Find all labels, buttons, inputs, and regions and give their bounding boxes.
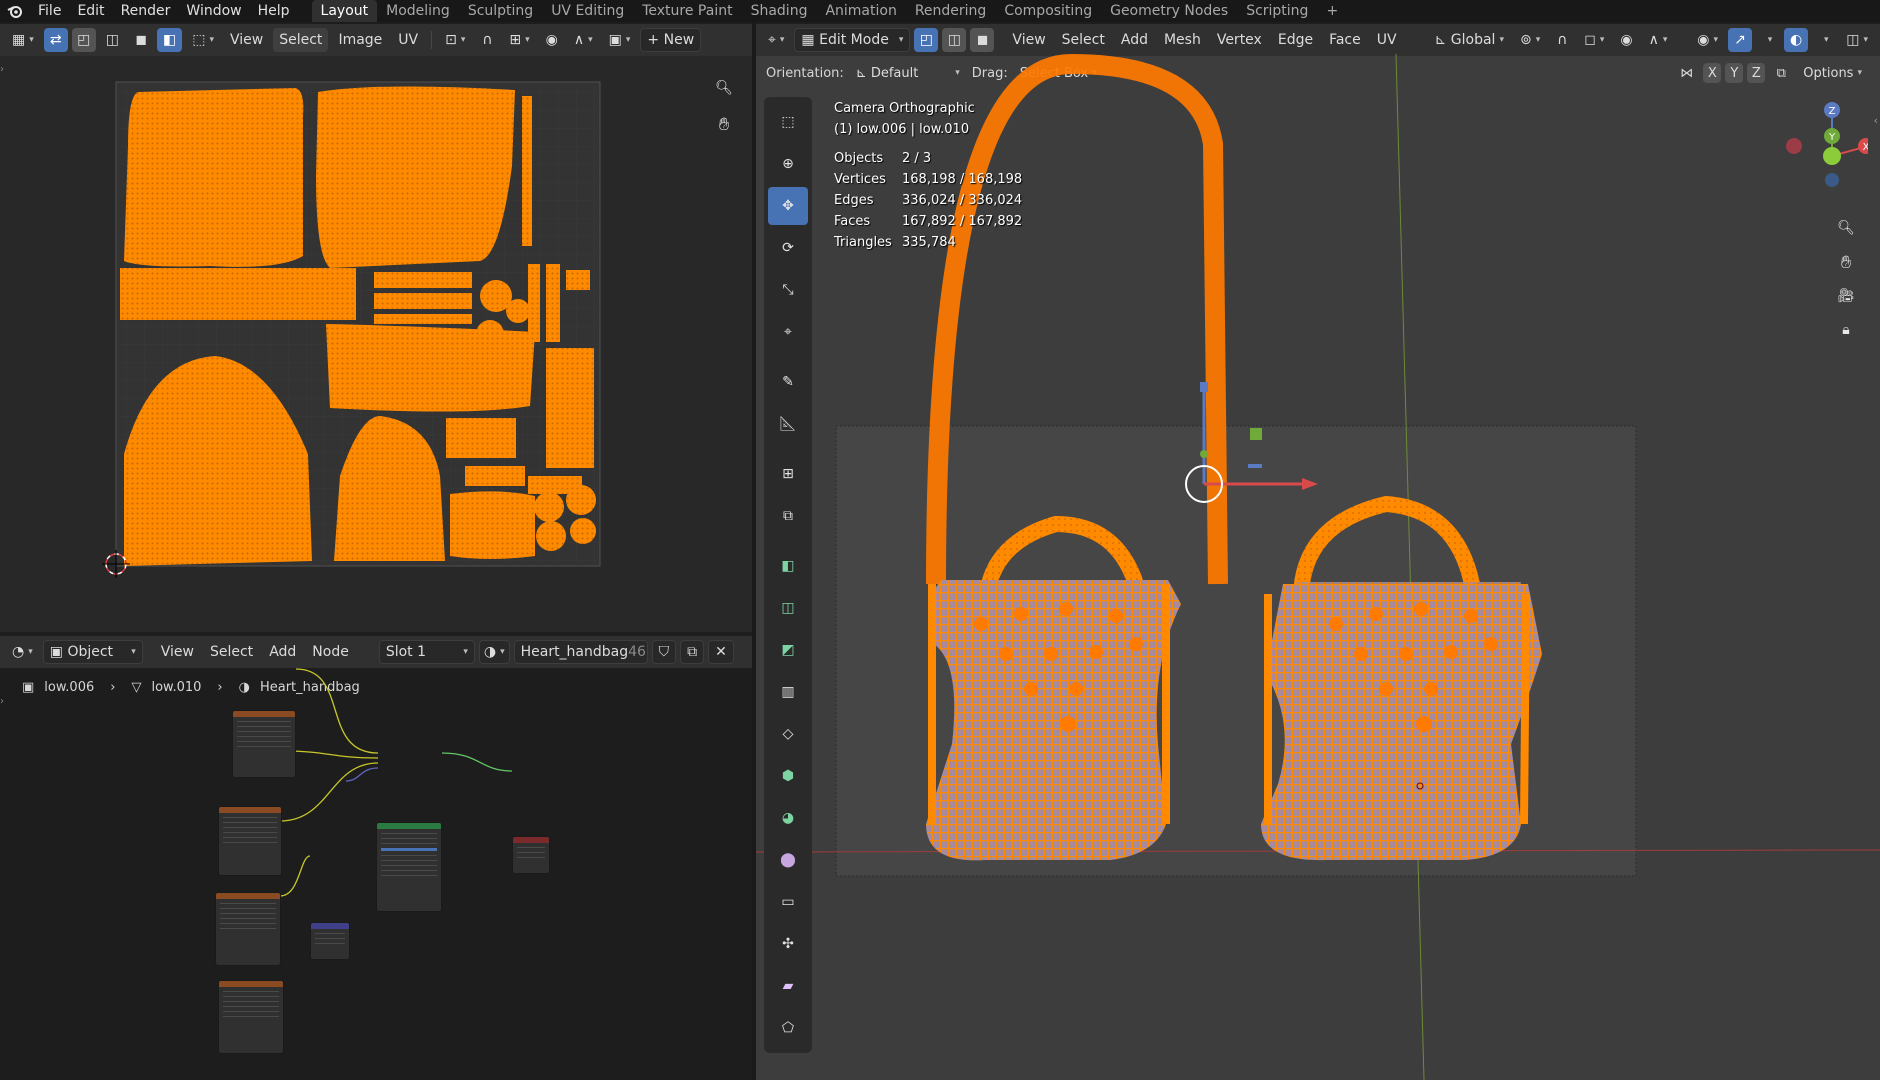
new-image-button[interactable]: + New <box>640 28 702 52</box>
navigation-gizmo[interactable]: Z Y X <box>1768 96 1868 206</box>
zoom-icon[interactable]: 🔍︎ <box>1830 212 1862 244</box>
stat-value: 168,198 / 168,198 <box>902 172 1023 187</box>
stat-value: 335,784 <box>902 235 956 250</box>
workspace-tab[interactable]: Layout <box>311 0 378 22</box>
scene-statistics: Objects 2 / 3 Vertices 168,198 / 168,198 E… <box>834 148 1022 253</box>
workspace-tab[interactable]: Modeling <box>377 0 459 22</box>
shrink-fatten-tool-icon[interactable]: ✣ <box>768 925 808 963</box>
extrude-tool-icon[interactable]: ◧ <box>768 547 808 585</box>
edge-select-icon[interactable]: ◫ <box>100 28 125 52</box>
image-texture-node[interactable] <box>215 892 281 966</box>
move-tool-icon[interactable]: ✥ <box>768 187 808 225</box>
image-texture-node[interactable] <box>232 710 296 778</box>
copy-tool-icon[interactable]: ⧉ <box>768 497 808 535</box>
gizmo-z-label: Z <box>1829 106 1836 117</box>
uv-menu-uv[interactable]: UV <box>392 28 424 52</box>
add-cube-tool-icon[interactable]: ⊞ <box>768 455 808 493</box>
camera-view-icon[interactable]: 🎥︎ <box>1830 280 1862 312</box>
rip-region-tool-icon[interactable]: ⬠ <box>768 1009 808 1047</box>
smooth-tool-icon[interactable]: ⬤ <box>768 841 808 879</box>
snap-icon[interactable]: ∩ <box>475 28 499 52</box>
image-browse-icon[interactable]: ▣ ▾ <box>603 28 637 52</box>
inset-tool-icon[interactable]: ◫ <box>768 589 808 627</box>
active-object-label: (1) low.006 | low.010 <box>834 122 970 137</box>
workspace-tab[interactable]: Compositing <box>995 0 1101 22</box>
loop-cut-tool-icon[interactable]: ▥ <box>768 673 808 711</box>
pan-hand-icon[interactable]: ✋︎ <box>1830 246 1862 278</box>
node-editor-area[interactable]: ◔ ▾ ▣ Object ▾ View Select Add Node Slot 1… <box>0 636 752 1080</box>
island-select-icon[interactable]: ◧ <box>157 28 183 52</box>
pivot-icon[interactable]: ⊡ ▾ <box>439 28 471 52</box>
workspace-tab[interactable]: Rendering <box>906 0 996 22</box>
shear-tool-icon[interactable]: ▰ <box>768 967 808 1005</box>
image-texture-node[interactable] <box>218 806 282 876</box>
workspace-tab[interactable]: Animation <box>816 0 905 22</box>
stat-label: Edges <box>834 193 874 208</box>
principled-bsdf-node[interactable] <box>376 822 442 912</box>
workspace-tabs: Layout Modeling Sculpting UV Editing Texture… <box>311 0 1348 22</box>
top-bar: File Edit Render Window Help Layout Modeling S… <box>0 0 1880 22</box>
face-select-icon[interactable]: ◼ <box>129 28 153 52</box>
knife-tool-icon[interactable]: ◇ <box>768 715 808 753</box>
uv-menu-image[interactable]: Image <box>332 28 388 52</box>
measure-tool-icon[interactable]: 📐︎ <box>768 405 808 443</box>
add-workspace-button[interactable]: + <box>1317 0 1347 22</box>
workspace-tab[interactable]: Scripting <box>1237 0 1317 22</box>
uv-menu-view[interactable]: View <box>224 28 269 52</box>
new-image-label: New <box>663 32 695 48</box>
rotate-tool-icon[interactable]: ⟳ <box>768 229 808 267</box>
select-box-tool-icon[interactable]: ⬚ <box>768 103 808 141</box>
proportional-edit-icon[interactable]: ◉ <box>540 28 564 52</box>
snap-target-icon[interactable]: ⊞ ▾ <box>503 28 535 52</box>
stat-label: Faces <box>834 214 871 229</box>
stat-label: Triangles <box>834 235 892 250</box>
stat-value: 2 / 3 <box>902 151 932 166</box>
image-texture-node[interactable] <box>218 980 284 1054</box>
menu-render[interactable]: Render <box>113 0 179 22</box>
falloff-icon[interactable]: ∧ ▾ <box>568 28 599 52</box>
3d-viewport-area[interactable]: ⌖ ▾ ▦ Edit Mode ▾ ◰ ◫ ◼ View Select Add Me… <box>756 24 1880 1080</box>
workspace-tab[interactable]: Geometry Nodes <box>1101 0 1237 22</box>
stat-label: Vertices <box>834 172 886 187</box>
menu-help[interactable]: Help <box>250 0 298 22</box>
menu-window[interactable]: Window <box>178 0 249 22</box>
bevel-tool-icon[interactable]: ◩ <box>768 631 808 669</box>
main-menu: File Edit Render Window Help <box>30 0 298 22</box>
scale-tool-icon[interactable]: ⤡ <box>768 271 808 309</box>
edge-slide-tool-icon[interactable]: ▭ <box>768 883 808 921</box>
stat-value: 167,892 / 167,892 <box>902 214 1023 229</box>
sticky-select-icon[interactable]: ⬚ ▾ <box>186 28 220 52</box>
viewport-info-overlay: Camera Orthographic (1) low.006 | low.01… <box>834 98 1022 253</box>
camera-label: Camera Orthographic <box>834 101 975 116</box>
annotate-tool-icon[interactable]: ✎ <box>768 363 808 401</box>
sidebar-toggle-icon[interactable]: ‹ <box>1874 114 1878 127</box>
uv-editor-header: ▦ ▾ ⇄ ◰ ◫ ◼ ◧ ⬚ ▾ View Select Image UV ⊡ ▾ … <box>0 24 752 56</box>
poly-build-tool-icon[interactable]: ⬢ <box>768 757 808 795</box>
material-output-node[interactable] <box>512 836 550 874</box>
editor-type-icon[interactable]: ▦ ▾ <box>6 28 40 52</box>
gizmo-x-label: X <box>1863 142 1868 153</box>
uv-sync-icon[interactable]: ⇄ <box>43 28 68 52</box>
menu-edit[interactable]: Edit <box>69 0 112 22</box>
cursor-tool-icon[interactable]: ⊕ <box>768 145 808 183</box>
tool-shelf: ⬚ ⊕ ✥ ⟳ ⤡ ⌖ ✎ 📐︎ ⊞ ⧉ ◧ ◫ ◩ ▥ ◇ ⬢ ◕ ⬤ ▭ ✣… <box>764 97 812 1053</box>
spin-tool-icon[interactable]: ◕ <box>768 799 808 837</box>
transform-tool-icon[interactable]: ⌖ <box>768 313 808 351</box>
vertex-select-icon[interactable]: ◰ <box>71 28 96 52</box>
workspace-tab[interactable]: UV Editing <box>542 0 633 22</box>
separator <box>431 31 433 49</box>
uv-layout-canvas[interactable] <box>0 56 752 632</box>
stat-label: Objects <box>834 151 884 166</box>
blender-logo-icon[interactable] <box>0 0 30 22</box>
gizmo-y-label: Y <box>1828 132 1836 143</box>
menu-file[interactable]: File <box>30 0 69 22</box>
uv-menu-select[interactable]: Select <box>273 28 329 52</box>
normal-map-node[interactable] <box>310 922 350 960</box>
lock-icon[interactable]: 🔒︎ <box>1830 314 1862 346</box>
workspace-tab[interactable]: Shading <box>742 0 817 22</box>
workspace-tab[interactable]: Sculpting <box>459 0 542 22</box>
workspace-tab[interactable]: Texture Paint <box>633 0 741 22</box>
uv-editor-area[interactable]: ▦ ▾ ⇄ ◰ ◫ ◼ ◧ ⬚ ▾ View Select Image UV ⊡ ▾ … <box>0 24 752 632</box>
stat-value: 336,024 / 336,024 <box>902 193 1023 208</box>
